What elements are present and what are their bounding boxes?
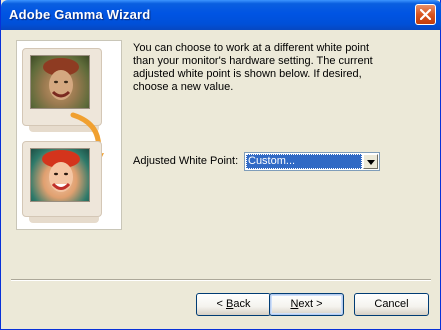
title-bar[interactable]: Adobe Gamma Wizard [1, 0, 441, 30]
next-button[interactable]: Next > [269, 293, 344, 316]
back-button-prefix: < [216, 298, 226, 310]
cancel-button[interactable]: Cancel [354, 293, 429, 316]
dialog-window: Adobe Gamma Wizard You can choose to wor… [0, 0, 441, 330]
description-line: adjusted white point is shown below. If … [133, 68, 362, 80]
close-icon [420, 9, 431, 20]
white-point-selected-value[interactable]: Custom... [246, 154, 362, 169]
description-text: You can choose to work at a different wh… [133, 42, 373, 94]
dropdown-arrow-icon [367, 160, 375, 165]
dropdown-button[interactable] [363, 154, 378, 169]
window-title: Adobe Gamma Wizard [9, 7, 151, 22]
white-point-label: Adjusted White Point: [133, 155, 239, 167]
description-line: choose a new value. [133, 81, 234, 93]
monitor-stand [29, 217, 99, 223]
close-button[interactable] [415, 4, 436, 25]
next-button-rest: ext > [298, 298, 323, 310]
white-point-dropdown[interactable]: Custom... [244, 152, 380, 171]
description-line: You can choose to work at a different wh… [133, 42, 370, 54]
back-button-rest: ack [233, 298, 251, 310]
wizard-illustration [16, 40, 122, 230]
description-line: than your monitor's hardware setting. Th… [133, 55, 373, 67]
monitor-icon [22, 141, 102, 223]
button-separator [11, 279, 431, 281]
back-button[interactable]: < Back [196, 293, 271, 316]
portrait-before [30, 55, 90, 109]
portrait-after [30, 148, 90, 202]
